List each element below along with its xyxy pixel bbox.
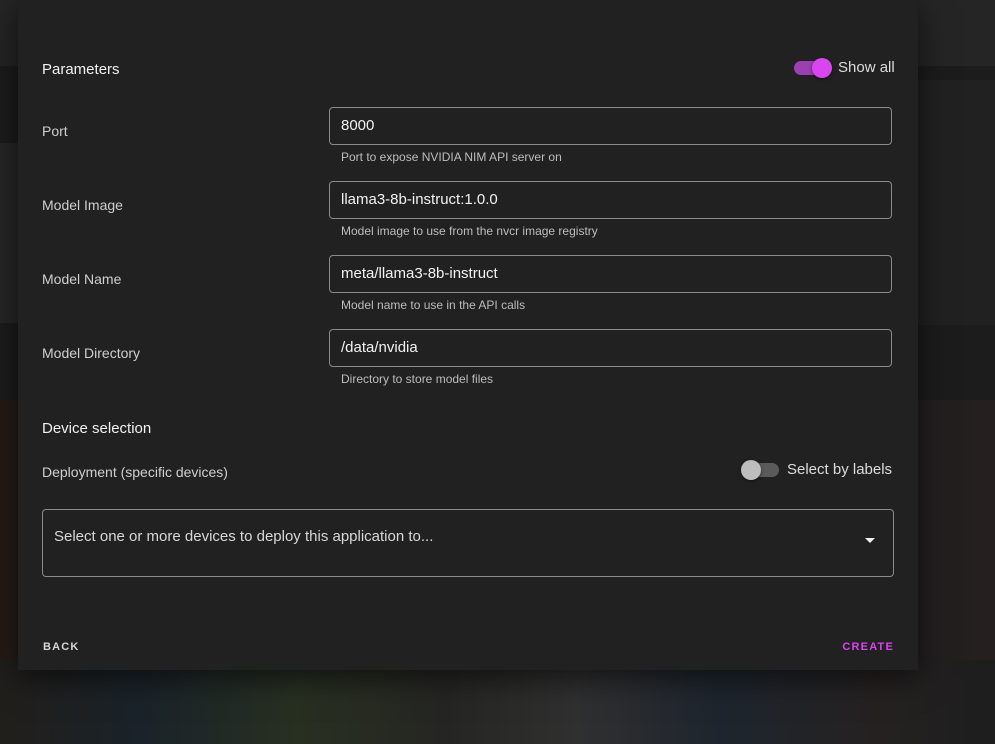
port-label: Port	[42, 123, 68, 139]
select-by-labels-label: Select by labels	[787, 461, 893, 478]
model-image-input[interactable]: llama3-8b-instruct:1.0.0	[329, 181, 892, 219]
select-by-labels-switch-track[interactable]	[741, 459, 779, 480]
show-all-label: Show all	[838, 59, 895, 76]
port-helper-text: Port to expose NVIDIA NIM API server on	[341, 150, 562, 164]
create-button[interactable]: CREATE	[842, 641, 894, 653]
dropdown-arrow-icon[interactable]	[865, 538, 875, 543]
show-all-switch-track[interactable]	[794, 57, 832, 78]
model-image-label: Model Image	[42, 197, 123, 213]
deploy-dialog: Parameters Show all Port 8000 Port to ex…	[18, 0, 918, 670]
device-select-placeholder: Select one or more devices to deploy thi…	[54, 528, 434, 545]
parameters-heading: Parameters	[42, 61, 120, 78]
device-select[interactable]: Select one or more devices to deploy thi…	[42, 509, 894, 577]
model-directory-helper-text: Directory to store model files	[341, 372, 494, 386]
show-all-toggle[interactable]: Show all	[794, 57, 895, 78]
model-directory-label: Model Directory	[42, 345, 141, 361]
model-directory-input[interactable]: /data/nvidia	[329, 329, 892, 367]
select-by-labels-switch-thumb[interactable]	[741, 459, 761, 480]
show-all-switch-thumb[interactable]	[812, 57, 832, 78]
back-button[interactable]: BACK	[43, 641, 80, 653]
model-name-label: Model Name	[42, 271, 122, 287]
deployment-label: Deployment (specific devices)	[42, 464, 228, 480]
device-selection-heading: Device selection	[42, 420, 152, 437]
model-name-input[interactable]: meta/llama3-8b-instruct	[329, 255, 892, 293]
select-by-labels-toggle[interactable]: Select by labels	[741, 459, 893, 480]
model-name-helper-text: Model name to use in the API calls	[341, 298, 526, 312]
model-image-helper-text: Model image to use from the nvcr image r…	[341, 224, 598, 238]
port-input[interactable]: 8000	[329, 107, 892, 145]
